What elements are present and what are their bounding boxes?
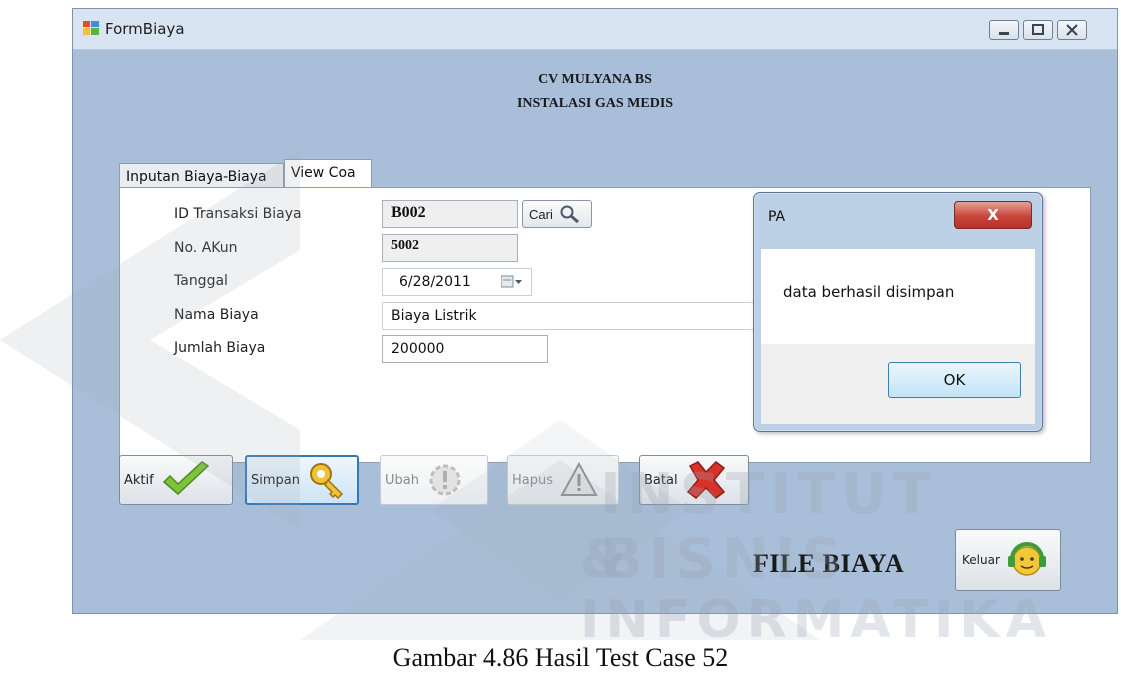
tanggal-date-picker[interactable]: 6/28/2011	[382, 268, 532, 296]
dialog-close-button[interactable]: X	[954, 201, 1032, 229]
dialog-ok-button[interactable]: OK	[888, 362, 1021, 398]
tab-inputan-biaya[interactable]: Inputan Biaya-Biaya	[119, 163, 284, 189]
dialog-footer: OK	[761, 344, 1035, 424]
no-akun-field[interactable]: 5002	[382, 234, 518, 262]
form-section-title: FILE BIAYA	[753, 549, 905, 578]
cancel-x-icon	[686, 461, 725, 499]
id-transaksi-field[interactable]: B002	[382, 200, 518, 228]
tanggal-label: Tanggal	[174, 273, 228, 289]
simpan-button[interactable]: Simpan	[245, 455, 359, 505]
search-button[interactable]: Cari	[522, 200, 592, 228]
headset-support-icon	[1007, 542, 1046, 576]
nama-biaya-label: Nama Biaya	[174, 307, 259, 323]
search-icon	[560, 205, 579, 223]
hapus-button[interactable]: Hapus	[507, 455, 619, 505]
search-button-label: Cari	[529, 206, 553, 222]
window-title: FormBiaya	[105, 20, 185, 38]
checkmark-icon	[162, 461, 209, 496]
maximize-icon	[1032, 24, 1044, 35]
app-icon	[83, 21, 99, 35]
ubah-label: Ubah	[385, 472, 419, 488]
aktif-button[interactable]: Aktif	[119, 455, 233, 505]
dialog-body: data berhasil disimpan	[761, 249, 1035, 344]
company-name: CV MULYANA BS	[538, 72, 652, 87]
figure-caption: Gambar 4.86 Hasil Test Case 52	[392, 643, 729, 672]
nama-biaya-field[interactable]: Biaya Listrik	[382, 302, 802, 330]
no-akun-label: No. AKun	[174, 240, 238, 256]
keluar-label: Keluar	[962, 553, 1000, 567]
company-subtitle: INSTALASI GAS MEDIS	[516, 96, 674, 111]
keluar-button[interactable]: Keluar	[955, 529, 1061, 591]
calendar-dropdown-icon[interactable]	[501, 275, 523, 289]
ubah-button[interactable]: Ubah	[380, 455, 488, 505]
warning-gear-icon	[429, 464, 461, 496]
batal-label: Batal	[644, 472, 678, 488]
jumlah-biaya-label: Jumlah Biaya	[174, 340, 266, 356]
warning-triangle-icon	[560, 461, 598, 496]
maximize-button[interactable]	[1023, 20, 1053, 40]
title-bar: FormBiaya	[73, 9, 1117, 50]
hapus-label: Hapus	[512, 472, 554, 488]
form-biaya-window: FormBiaya CV MULYANA BS INSTALASI GAS ME…	[72, 8, 1118, 614]
aktif-label: Aktif	[124, 472, 154, 488]
minimize-icon	[999, 32, 1009, 35]
simpan-label: Simpan	[251, 472, 300, 488]
close-icon	[1066, 24, 1078, 36]
dialog-message: data berhasil disimpan	[783, 283, 955, 301]
jumlah-biaya-field[interactable]: 200000	[382, 335, 548, 363]
tanggal-value: 6/28/2011	[399, 274, 471, 290]
id-transaksi-label: ID Transaksi Biaya	[174, 206, 302, 222]
minimize-button[interactable]	[989, 20, 1019, 40]
close-button[interactable]	[1057, 20, 1087, 40]
message-dialog: PA X data berhasil disimpan OK	[753, 192, 1043, 432]
dialog-title: PA	[768, 209, 786, 225]
tab-view-coa[interactable]: View Coa	[284, 159, 372, 189]
key-icon	[310, 463, 344, 500]
batal-button[interactable]: Batal	[639, 455, 749, 505]
